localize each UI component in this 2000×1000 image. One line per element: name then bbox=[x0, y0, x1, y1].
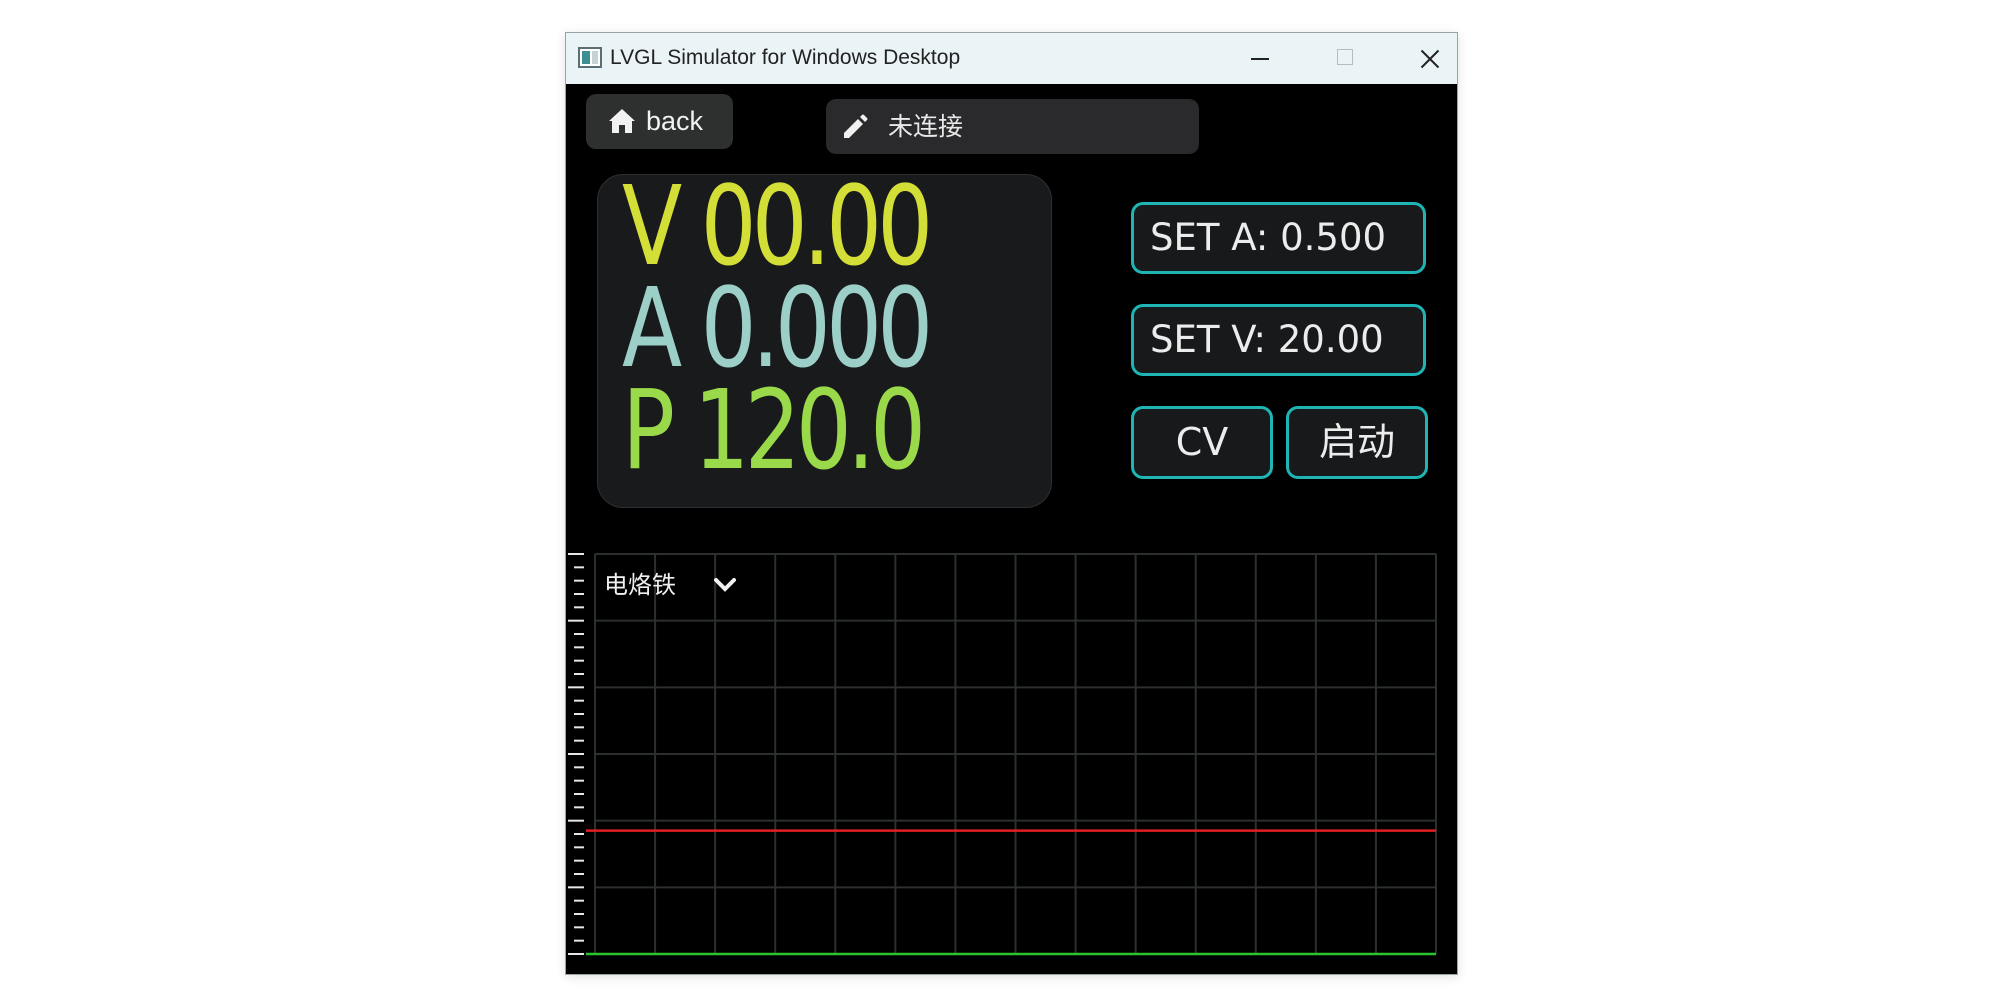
chevron-down-icon bbox=[714, 578, 736, 592]
app-icon bbox=[578, 47, 602, 68]
preset-dropdown[interactable]: 电烙铁 bbox=[604, 564, 736, 606]
back-label: back bbox=[646, 106, 704, 136]
voltage-readout: V 00.00 bbox=[622, 162, 933, 290]
start-button[interactable]: 启动 bbox=[1286, 406, 1428, 479]
home-icon bbox=[609, 109, 635, 133]
title-bar[interactable]: LVGL Simulator for Windows Desktop bbox=[566, 33, 1457, 84]
set-current-button[interactable]: SET A: 0.500 bbox=[1131, 202, 1426, 274]
power-readout: P 120.0 bbox=[622, 366, 926, 494]
connection-status[interactable]: 未连接 bbox=[826, 99, 1199, 154]
pencil-icon bbox=[844, 114, 868, 138]
simulator-window: LVGL Simulator for Windows Desktop back … bbox=[565, 32, 1458, 975]
connection-status-label: 未连接 bbox=[888, 112, 964, 141]
line-chart bbox=[568, 553, 1437, 956]
set-voltage-button[interactable]: SET V: 20.00 bbox=[1131, 304, 1426, 376]
back-button[interactable]: back bbox=[586, 94, 733, 149]
preset-dropdown-value: 电烙铁 bbox=[604, 571, 676, 599]
mode-button[interactable]: CV bbox=[1131, 406, 1273, 479]
app-screen: back 未连接 V 00.00 A 0.000 P 120.0 SET A: … bbox=[566, 84, 1457, 974]
chart-area: 电烙铁 bbox=[566, 544, 1457, 974]
window-title: LVGL Simulator for Windows Desktop bbox=[610, 46, 961, 69]
maximize-button[interactable] bbox=[1316, 33, 1374, 84]
measurement-panel: V 00.00 A 0.000 P 120.0 bbox=[597, 162, 1052, 508]
minimize-button[interactable] bbox=[1230, 33, 1288, 84]
current-readout: A 0.000 bbox=[622, 264, 933, 392]
close-button[interactable] bbox=[1399, 33, 1457, 84]
